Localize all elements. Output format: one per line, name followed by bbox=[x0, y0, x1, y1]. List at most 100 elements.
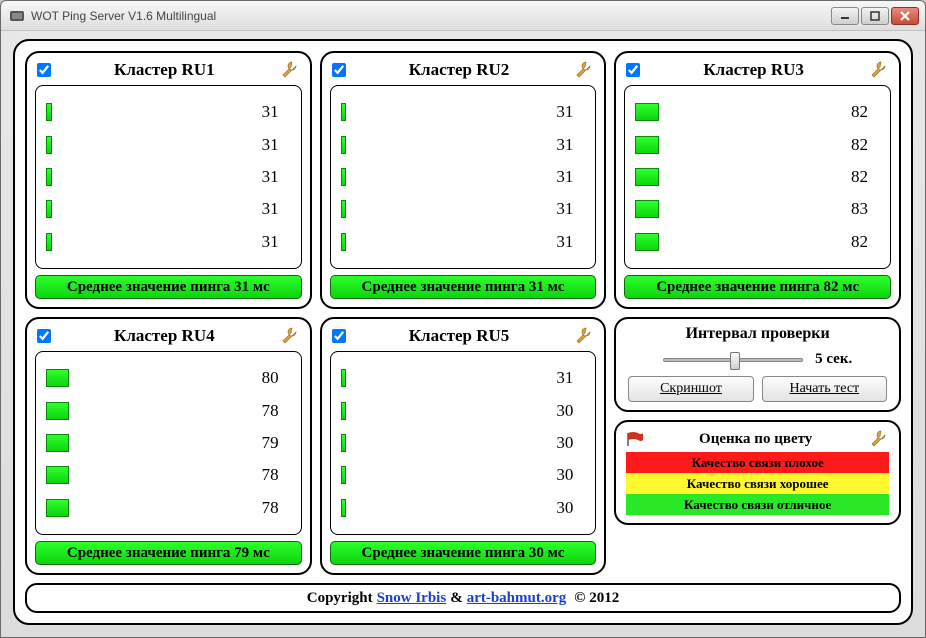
slider-thumb[interactable] bbox=[730, 352, 740, 370]
ping-bar-fill bbox=[46, 200, 52, 218]
ping-value: 31 bbox=[543, 232, 573, 252]
ping-bar-fill bbox=[46, 233, 52, 251]
ping-row: 31 bbox=[46, 198, 279, 220]
cluster-panel-2: Кластер RU23131313131Среднее значение пи… bbox=[320, 51, 607, 309]
ping-row: 31 bbox=[341, 367, 574, 389]
ping-bar-fill bbox=[46, 434, 69, 452]
avg-ping-bar: Среднее значение пинга 82 мс bbox=[624, 275, 891, 299]
ping-row: 31 bbox=[46, 134, 279, 156]
ping-bar-fill bbox=[341, 369, 347, 387]
ping-list: 31 31 31 31 31 bbox=[330, 85, 597, 269]
ping-row: 78 bbox=[46, 400, 279, 422]
ping-value: 30 bbox=[543, 465, 573, 485]
ping-value: 31 bbox=[543, 135, 573, 155]
ping-row: 31 bbox=[341, 198, 574, 220]
wrench-icon[interactable] bbox=[278, 325, 300, 347]
screenshot-button[interactable]: Скриншот bbox=[628, 376, 753, 402]
ping-value: 82 bbox=[838, 102, 868, 122]
ping-bar-fill bbox=[46, 369, 69, 387]
wrench-icon[interactable] bbox=[572, 325, 594, 347]
ping-row: 82 bbox=[635, 231, 868, 253]
ping-row: 82 bbox=[635, 134, 868, 156]
ping-value: 78 bbox=[249, 465, 279, 485]
start-test-button[interactable]: Начать тест bbox=[762, 376, 887, 402]
ping-bar-fill bbox=[635, 233, 658, 251]
ping-value: 83 bbox=[838, 199, 868, 219]
wrench-icon[interactable] bbox=[572, 59, 594, 81]
ping-value: 31 bbox=[543, 167, 573, 187]
wrench-icon[interactable] bbox=[867, 59, 889, 81]
ping-value: 31 bbox=[249, 199, 279, 219]
cluster-title: Кластер RU5 bbox=[352, 326, 567, 346]
wrench-icon[interactable] bbox=[278, 59, 300, 81]
avg-ping-bar: Среднее значение пинга 79 мс bbox=[35, 541, 302, 565]
ping-row: 80 bbox=[46, 367, 279, 389]
cluster-checkbox[interactable] bbox=[37, 329, 51, 343]
cluster-checkbox[interactable] bbox=[626, 63, 640, 77]
ping-row: 83 bbox=[635, 198, 868, 220]
ping-bar-fill bbox=[341, 103, 347, 121]
ping-row: 31 bbox=[341, 231, 574, 253]
ping-bar-track bbox=[46, 369, 241, 387]
ping-bar-fill bbox=[46, 466, 69, 484]
ping-bar-track bbox=[46, 402, 241, 420]
ping-bar-fill bbox=[341, 466, 347, 484]
legend-title: Оценка по цвету bbox=[650, 431, 861, 448]
ping-row: 31 bbox=[341, 101, 574, 123]
avg-ping-bar: Среднее значение пинга 31 мс bbox=[330, 275, 597, 299]
legend-green: Качество связи отличное bbox=[626, 494, 889, 515]
interval-slider[interactable] bbox=[663, 358, 803, 362]
interval-title: Интервал проверки bbox=[626, 325, 889, 343]
copyright-link-1[interactable]: Snow Irbis bbox=[377, 590, 447, 607]
cluster-title: Кластер RU1 bbox=[57, 60, 272, 80]
ping-bar-fill bbox=[341, 402, 347, 420]
ping-row: 82 bbox=[635, 166, 868, 188]
ping-bar-track bbox=[46, 103, 241, 121]
cluster-title: Кластер RU3 bbox=[646, 60, 861, 80]
avg-ping-bar: Среднее значение пинга 30 мс bbox=[330, 541, 597, 565]
legend-panel: Оценка по цветуКачество связи плохоеКаче… bbox=[614, 420, 901, 525]
ping-bar-track bbox=[635, 200, 830, 218]
ping-bar-track bbox=[635, 168, 830, 186]
ping-row: 31 bbox=[46, 166, 279, 188]
ping-bar-track bbox=[341, 434, 536, 452]
close-button[interactable] bbox=[891, 7, 919, 25]
ping-value: 31 bbox=[249, 135, 279, 155]
minimize-button[interactable] bbox=[831, 7, 859, 25]
ping-bar-fill bbox=[341, 499, 347, 517]
ping-bar-track bbox=[635, 103, 830, 121]
ping-bar-fill bbox=[341, 136, 347, 154]
cluster-checkbox[interactable] bbox=[332, 329, 346, 343]
ping-bar-track bbox=[46, 466, 241, 484]
ping-bar-fill bbox=[341, 168, 347, 186]
wrench-icon[interactable] bbox=[867, 428, 889, 450]
ping-bar-track bbox=[341, 168, 536, 186]
cluster-checkbox[interactable] bbox=[332, 63, 346, 77]
ping-bar-track bbox=[341, 466, 536, 484]
ping-bar-fill bbox=[46, 136, 52, 154]
ping-value: 78 bbox=[249, 401, 279, 421]
ping-bar-fill bbox=[635, 103, 658, 121]
titlebar[interactable]: WOT Ping Server V1.6 Multilingual bbox=[1, 1, 925, 31]
ping-bar-fill bbox=[46, 103, 52, 121]
cluster-checkbox[interactable] bbox=[37, 63, 51, 77]
ping-value: 31 bbox=[249, 232, 279, 252]
ping-value: 31 bbox=[543, 102, 573, 122]
ping-bar-track bbox=[46, 136, 241, 154]
ping-bar-track bbox=[341, 369, 536, 387]
ping-value: 82 bbox=[838, 167, 868, 187]
ping-row: 31 bbox=[46, 101, 279, 123]
ping-bar-fill bbox=[46, 402, 69, 420]
ping-list: 8078797878 bbox=[35, 351, 302, 535]
interval-panel: Интервал проверки5 сек.СкриншотНачать те… bbox=[614, 317, 901, 412]
ping-row: 31 bbox=[341, 134, 574, 156]
ping-value: 82 bbox=[838, 135, 868, 155]
ping-row: 82 bbox=[635, 101, 868, 123]
legend-yellow: Качество связи хорошее bbox=[626, 473, 889, 494]
ping-value: 30 bbox=[543, 498, 573, 518]
ping-row: 78 bbox=[46, 497, 279, 519]
copyright-link-2[interactable]: art-bahmut.org bbox=[467, 590, 567, 607]
ping-row: 30 bbox=[341, 432, 574, 454]
maximize-button[interactable] bbox=[861, 7, 889, 25]
ping-bar-track bbox=[341, 402, 536, 420]
